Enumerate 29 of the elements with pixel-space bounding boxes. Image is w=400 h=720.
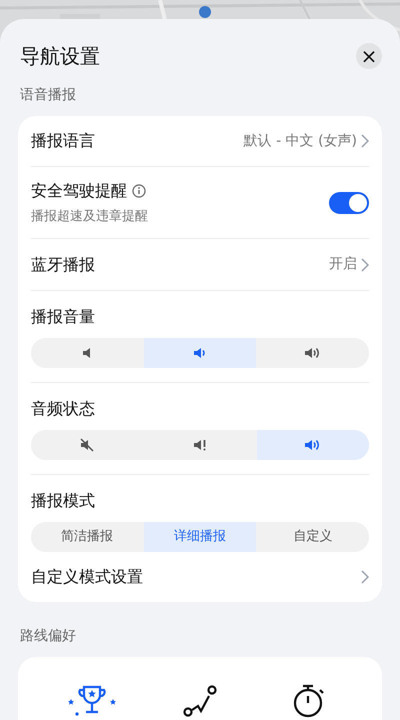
chevron-icon: [361, 258, 369, 272]
toggle-switch[interactable]: [329, 192, 369, 214]
chevron-icon: [361, 134, 369, 148]
setting-label: 安全驾驶提醒: [31, 180, 127, 202]
segment-option[interactable]: 详细播报: [144, 522, 256, 552]
setting-label: 播报语言: [31, 130, 95, 152]
setting-label: 音频状态: [31, 398, 96, 420]
close-button[interactable]: ×: [356, 43, 382, 69]
speaker-muted-icon: [79, 437, 95, 453]
setting-label: 蓝牙播报: [31, 254, 95, 276]
setting-row[interactable]: 蓝牙播报 开启: [31, 239, 369, 290]
segment-option[interactable]: [257, 430, 369, 460]
segment-option[interactable]: [144, 338, 256, 368]
route-icon: [182, 683, 218, 719]
setting-value: 默认 - 中文 (女声): [244, 132, 357, 150]
section-label: 语音播报: [19, 86, 77, 105]
setting-row[interactable]: 自定义模式设置: [31, 552, 369, 602]
setting-description: 播报超速及违章提醒: [31, 208, 148, 226]
setting-row[interactable]: 播报语言 默认 - 中文 (女声): [31, 116, 369, 166]
speaker-alert-icon: [192, 437, 208, 453]
setting-label: 播报模式: [31, 490, 96, 512]
speaker-icon: [81, 345, 93, 361]
sheet-title: 导航设置: [19, 43, 100, 70]
section-label: 路线偏好: [19, 627, 77, 646]
setting-value: 开启: [329, 255, 357, 274]
info-icon: [132, 184, 146, 198]
chevron-icon: [361, 570, 369, 584]
setting-label: 自定义模式设置: [31, 566, 143, 588]
setting-label: 播报音量: [31, 306, 96, 328]
